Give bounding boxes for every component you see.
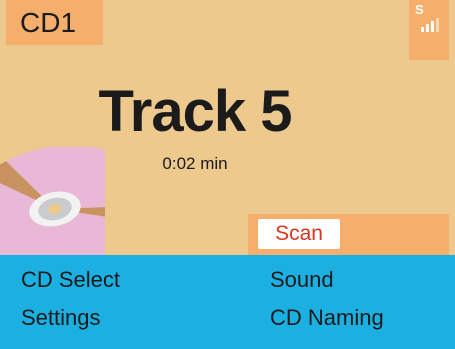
menu-item-settings[interactable]: Settings <box>21 305 101 331</box>
menu-item-cd-naming[interactable]: CD Naming <box>270 305 384 331</box>
menu-item-cd-select[interactable]: CD Select <box>21 267 120 293</box>
signal-indicator: S <box>409 0 449 60</box>
scan-bar: Scan <box>248 214 449 255</box>
track-title: Track 5 <box>98 79 293 144</box>
cd-player-screen: CD1 S Track 5 0:02 min Scan CD Select Se… <box>0 0 455 349</box>
scan-button[interactable]: Scan <box>258 219 340 249</box>
source-label: CD1 <box>20 7 77 38</box>
menu-item-sound[interactable]: Sound <box>270 267 334 293</box>
signal-strength-icon <box>421 18 439 32</box>
now-playing-panel: CD1 S Track 5 0:02 min Scan <box>0 0 455 273</box>
signal-letter: S <box>415 2 424 17</box>
menu-panel: CD Select Settings Sound CD Naming <box>0 255 455 349</box>
source-badge[interactable]: CD1 <box>6 0 103 45</box>
